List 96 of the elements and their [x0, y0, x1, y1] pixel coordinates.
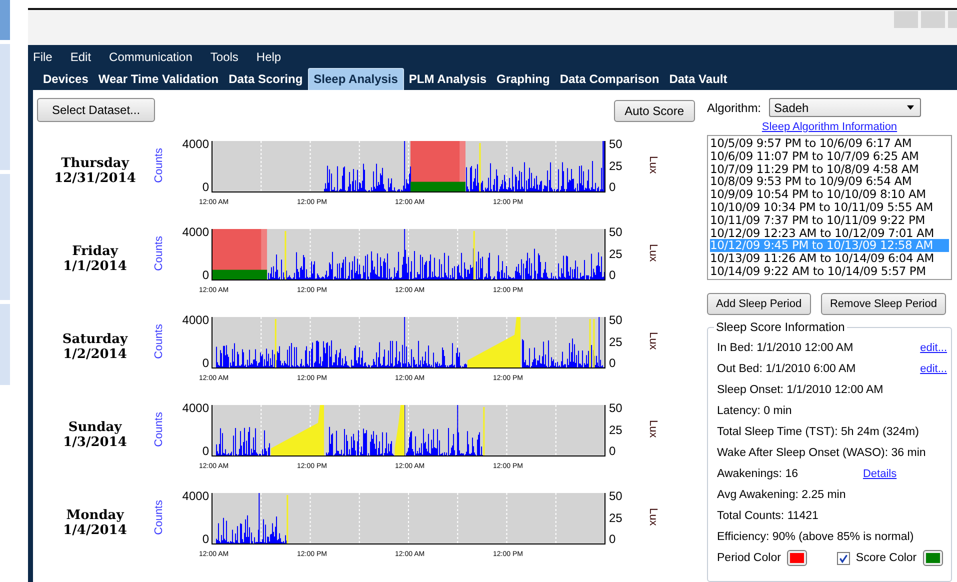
score-color-label: Score Color	[856, 552, 917, 564]
tick-label: 0	[202, 445, 209, 457]
date-label: 1/3/2014	[63, 435, 127, 450]
weekday-label: Sunday	[68, 420, 122, 435]
tab[interactable]: Data Scoring	[224, 69, 308, 90]
axis-title: Counts	[153, 412, 166, 447]
score-text: Total Counts: 11421	[717, 510, 818, 522]
tick-label: 25	[609, 336, 624, 348]
score-text: Latency: 0 min	[717, 404, 792, 416]
date-label: 12/31/2014	[54, 171, 136, 186]
menu-item[interactable]: File	[33, 50, 62, 64]
axis-title: Lux	[647, 332, 659, 350]
menu-item[interactable]: Communication	[101, 50, 202, 64]
tick-label: 0	[609, 269, 617, 281]
weekday-label: Friday	[72, 244, 118, 259]
caret-icon	[907, 105, 914, 110]
tick-label: 0	[609, 181, 617, 193]
menu-item[interactable]: Edit	[62, 50, 102, 64]
score-link[interactable]: edit...	[920, 342, 947, 354]
period-color-label: Period Color	[717, 552, 781, 564]
tab[interactable]: Wear Time Validation	[93, 69, 224, 90]
auto-score-button[interactable]: Auto Score	[614, 100, 695, 122]
tab[interactable]: Devices	[38, 69, 94, 90]
sleep-period-item[interactable]: 10/11/09 7:37 PM to 10/11/09 9:22 PM	[710, 214, 949, 227]
axis-title: Lux	[647, 156, 659, 174]
axis-title: Counts	[153, 148, 166, 183]
tick-label: 0	[609, 533, 617, 545]
score-text: Wake After Sleep Onset (WASO): 36 min	[717, 446, 926, 458]
sleep-period-item[interactable]: 10/13/09 11:26 AM to 10/14/09 6:04 AM	[710, 252, 949, 265]
tick-label: 25	[609, 160, 624, 172]
weekday-label: Saturday	[62, 332, 128, 347]
tick-label: 25	[609, 424, 624, 436]
score-color-button[interactable]	[922, 550, 943, 566]
tick-label: 50	[609, 226, 624, 238]
weekday-label: Monday	[66, 508, 124, 523]
algorithm-dropdown[interactable]: Sadeh	[769, 98, 922, 117]
sleep-period-item[interactable]: 10/9/09 10:54 PM to 10/10/09 8:10 AM	[710, 188, 949, 201]
tab[interactable]: Data Comparison	[554, 69, 664, 90]
date-label: 1/4/2014	[63, 523, 127, 538]
score-text: Total Sleep Time (TST): 5h 24m (324m)	[717, 426, 919, 438]
tick-label: 50	[609, 402, 624, 414]
algorithm-label: Algorithm:	[707, 100, 762, 114]
score-link[interactable]: Details	[862, 468, 897, 480]
score-text: Avg Awakening: 2.25 min	[717, 488, 846, 500]
tick-label: 4000	[182, 314, 209, 326]
tick-label: 25	[609, 248, 624, 260]
score-text: Out Bed: 1/1/2010 6:00 AM	[717, 362, 856, 374]
period-color-button[interactable]	[786, 550, 807, 566]
score-color-checkbox[interactable]	[836, 552, 850, 564]
weekday-label: Thursday	[61, 156, 129, 171]
sleep-period-item[interactable]: 10/12/09 12:23 AM to 10/12/09 7:01 AM	[710, 226, 949, 240]
group-title: Sleep Score Information	[714, 320, 847, 334]
tick-label: 50	[609, 314, 624, 326]
tick-label: 50	[609, 490, 624, 502]
date-label: 1/1/2014	[63, 259, 127, 274]
sleep-period-item[interactable]: 10/14/09 9:22 AM to 10/14/09 5:57 PM	[710, 264, 949, 278]
axis-title: Counts	[153, 500, 166, 535]
tick-label: 0	[609, 357, 617, 369]
sleep-period-button[interactable]: Add Sleep Period	[707, 293, 811, 315]
date-label: 1/2/2014	[63, 347, 127, 362]
tick-label: 4000	[182, 402, 209, 414]
tab[interactable]: Data Vault	[664, 69, 732, 90]
tick-label: 0	[202, 357, 209, 369]
tick-label: 0	[202, 533, 209, 545]
tick-label: 50	[609, 138, 624, 150]
tick-label: 0	[609, 445, 617, 457]
menu-item[interactable]: Tools	[202, 50, 248, 64]
tick-label: 4000	[182, 138, 209, 150]
axis-title: Lux	[647, 244, 659, 262]
sleep-period-item[interactable]: 10/10/09 10:34 PM to 10/11/09 5:55 AM	[710, 200, 949, 214]
axis-title: Counts	[153, 324, 166, 359]
tick-label: 4000	[182, 490, 209, 502]
tick-label: 0	[202, 181, 209, 193]
select-dataset-button[interactable]: Select Dataset...	[37, 98, 156, 122]
sleep-period-button[interactable]: Remove Sleep Period	[820, 293, 946, 315]
tick-label: 25	[609, 512, 624, 524]
tick-label: 4000	[182, 226, 209, 238]
score-link[interactable]: edit...	[920, 362, 947, 374]
score-text: In Bed: 1/1/2010 12:00 AM	[717, 342, 854, 354]
score-text: Sleep Onset: 1/1/2010 12:00 AM	[717, 384, 884, 396]
tick-label: 0	[202, 269, 209, 281]
menu-item[interactable]: Help	[248, 50, 292, 64]
sleep-period-item[interactable]: 10/8/09 9:53 PM to 10/9/09 6:54 AM	[710, 175, 949, 188]
axis-title: Lux	[647, 420, 659, 438]
sleep-period-item[interactable]: 10/7/09 11:29 PM to 10/8/09 4:58 AM	[710, 162, 949, 176]
tab[interactable]: PLM Analysis	[404, 69, 492, 90]
sleep-period-item[interactable]: 10/6/09 11:07 PM to 10/7/09 6:25 AM	[710, 150, 949, 163]
axis-title: Counts	[153, 236, 166, 271]
score-text: Awakenings: 16	[717, 468, 798, 480]
tab[interactable]: Graphing	[492, 69, 555, 90]
axis-title: Lux	[647, 508, 659, 526]
sleep-period-item[interactable]: 10/5/09 9:57 PM to 10/6/09 6:17 AM	[710, 137, 949, 150]
activity-series	[216, 492, 287, 544]
tab[interactable]: Sleep Analysis	[308, 68, 404, 90]
algorithm-info-link[interactable]: Sleep Algorithm Information	[762, 121, 898, 133]
score-text: Efficiency: 90% (above 85% is normal)	[717, 530, 914, 542]
